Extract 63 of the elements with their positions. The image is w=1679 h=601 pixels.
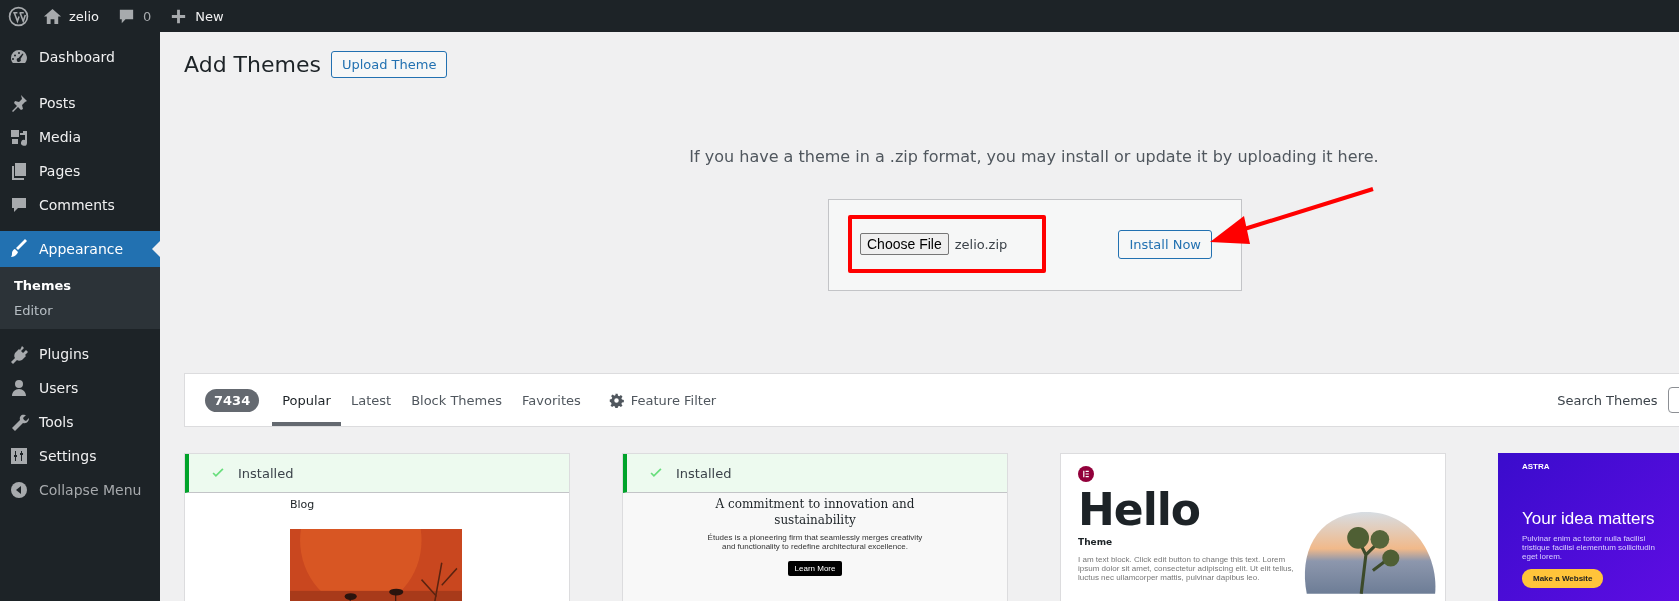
menu-item[interactable]: Pages [0, 154, 160, 188]
preview-text: Études is a pioneering firm that seamlessly merges creativity and functionality to redefine architectural excellence. [706, 533, 924, 552]
new-link[interactable]: New [169, 6, 224, 26]
menu-item[interactable]: Media [0, 120, 160, 154]
search-label: Search Themes [1557, 392, 1658, 408]
check-icon [211, 466, 225, 480]
user-icon [9, 378, 29, 398]
feature-filter-link[interactable]: Feature Filter [598, 374, 727, 426]
menu-item[interactable]: Plugins [0, 337, 160, 371]
preview-heading: Hello [1078, 488, 1202, 532]
installed-label: Installed [676, 465, 732, 481]
filter-tab[interactable]: Popular [272, 374, 341, 426]
preview-brand: ASTRA [1522, 462, 1551, 471]
sliders-icon [9, 446, 29, 466]
filter-tab[interactable]: Favorites [512, 374, 591, 426]
settings-icon [608, 392, 624, 408]
new-label: New [195, 8, 224, 24]
install-now-button[interactable]: Install Now [1118, 230, 1212, 259]
logo-icon [1078, 466, 1094, 482]
theme-card[interactable]: Installed A commitment to innovation and sustainability Études is a pioneering firm that seamlessly merges creativity and functionality to redefine architectural excellence. Learn More [622, 453, 1008, 601]
check-icon [649, 466, 663, 480]
theme-card[interactable]: Hello Theme I am text block. Click edit button to change this text. Lorem ipsum dolor sit amet, consectetur adipiscing elit. Ut elit tellus, luctus nec ullamcorper mattis, pulvinar dapibus leo. [1060, 453, 1446, 601]
site-name: zelio [69, 8, 99, 24]
preview-heading: A commitment to innovation and sustainability [715, 497, 915, 529]
brush-icon [9, 239, 29, 259]
preview-button: Learn More [787, 561, 843, 577]
page-title: Add Themes [184, 52, 321, 77]
installed-label: Installed [238, 465, 294, 481]
menu-item[interactable]: Tools [0, 405, 160, 439]
preview-button: Make a Website [1522, 569, 1604, 588]
menu-item[interactable]: Posts [0, 86, 160, 120]
collapse-menu[interactable]: Collapse Menu [0, 473, 160, 507]
theme-card[interactable]: Installed Blog [184, 453, 570, 601]
preview-text: I am text block. Click edit button to change this text. Lorem ipsum dolor sit amet, consectetur adipiscing elit. Ut elit tellus, luctus nec ullamcorper mattis, pulvinar dapibus leo. [1078, 555, 1295, 582]
filter-tab[interactable]: Latest [340, 374, 402, 426]
home-icon [43, 6, 62, 26]
comment-icon [9, 195, 29, 215]
preview-text: Pulvinar enim ac tortor nulla facilisi tristique facilisi elementum sollicitudin eget lorem. [1522, 534, 1656, 561]
preview-heading: Your idea matters [1522, 509, 1656, 529]
menu-item[interactable]: Appearance [0, 231, 160, 267]
menu-item[interactable]: Dashboard [0, 40, 160, 74]
menu-item[interactable]: Settings [0, 439, 160, 473]
pages-icon [9, 161, 29, 181]
plug-icon [9, 344, 29, 364]
media-icon [9, 127, 29, 147]
upload-theme-button[interactable]: Upload Theme [330, 51, 448, 78]
submenu-item[interactable]: Themes [0, 273, 160, 298]
site-link[interactable]: zelio [43, 6, 99, 26]
collapse-icon [9, 480, 29, 500]
filter-tab[interactable]: Block Themes [401, 374, 513, 426]
file-name: zelio.zip [954, 236, 1008, 252]
theme-card[interactable]: ASTRA Your idea matters Pulvinar enim ac tortor nulla facilisi tristique facilisi elementum sollicitudin eget lorem. Make a Website [1498, 453, 1679, 601]
preview-heading: Blog [290, 497, 316, 511]
submenu-item[interactable]: Editor [0, 298, 160, 323]
upload-description: If you have a theme in a .zip format, you may install or update it by uploading it here. [688, 147, 1380, 166]
theme-count: 7434 [205, 388, 260, 412]
preview-subheading: Theme [1078, 537, 1114, 547]
wordpress-logo-icon[interactable] [8, 5, 29, 27]
choose-file-button[interactable]: Choose File [860, 233, 949, 255]
comment-count: 0 [143, 8, 152, 24]
menu-item[interactable]: Comments [0, 188, 160, 222]
comments-link[interactable]: 0 [117, 6, 152, 26]
menu-item[interactable]: Users [0, 371, 160, 405]
